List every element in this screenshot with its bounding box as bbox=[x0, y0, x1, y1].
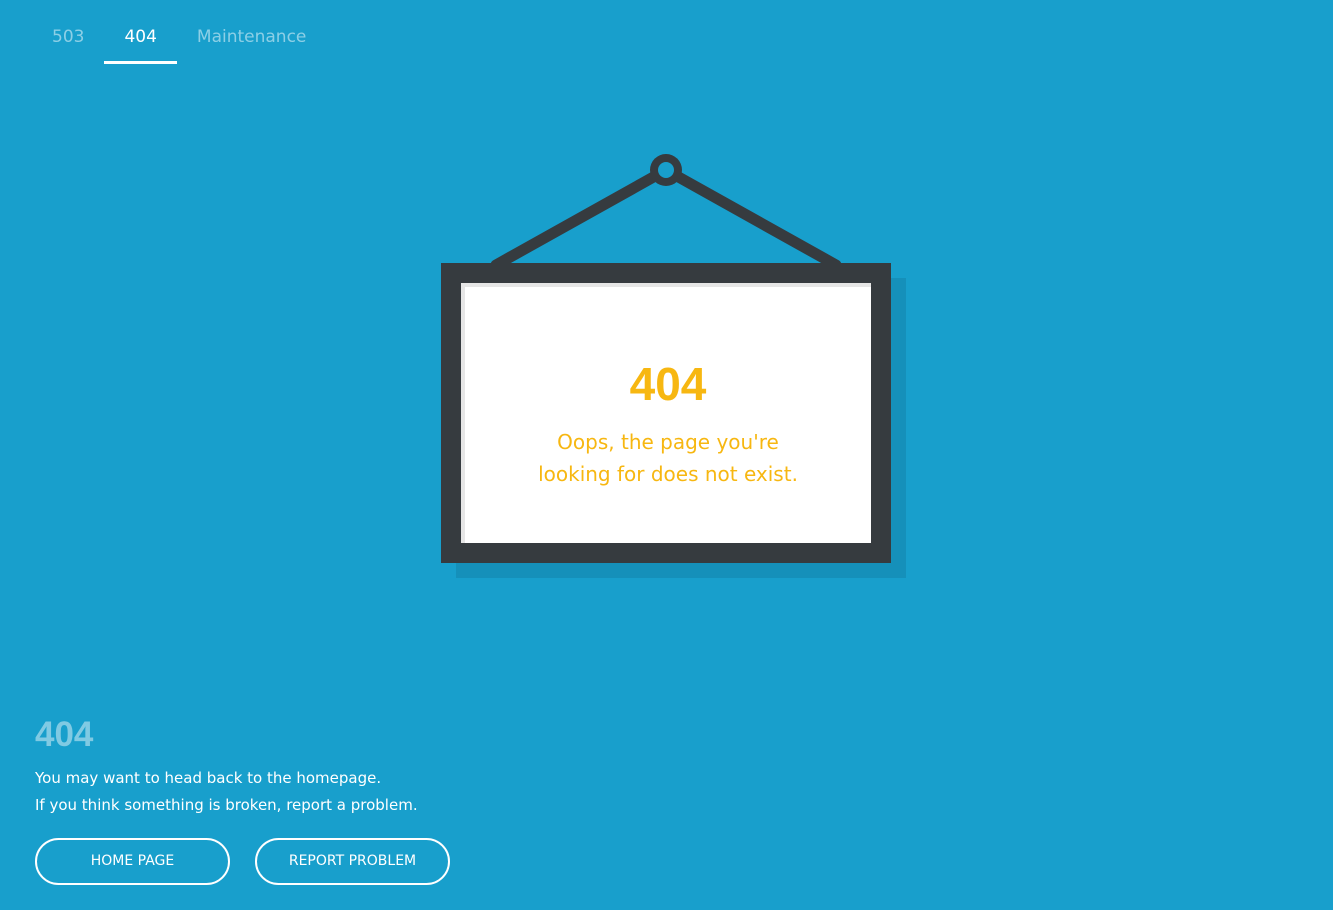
sign-string-left bbox=[490, 164, 672, 271]
sign-message-line2: looking for does not exist. bbox=[538, 462, 798, 486]
report-problem-button[interactable]: REPORT PROBLEM bbox=[255, 838, 450, 885]
home-page-button[interactable]: HOME PAGE bbox=[35, 838, 230, 885]
error-page: 503 404 Maintenance 404 Oops, the page y… bbox=[0, 0, 1333, 910]
info-title: 404 bbox=[35, 715, 94, 754]
sign-message-line1: Oops, the page you're bbox=[557, 430, 779, 454]
sign-content: 404 Oops, the page you're looking for do… bbox=[465, 287, 871, 543]
info-text: You may want to head back to the homepag… bbox=[35, 765, 418, 819]
action-buttons: HOME PAGE REPORT PROBLEM bbox=[35, 838, 450, 885]
sign-error-code: 404 bbox=[629, 358, 707, 410]
sign-string-right bbox=[660, 164, 842, 271]
sign-error-message: Oops, the page you're looking for does n… bbox=[515, 426, 821, 490]
info-section: 404 You may want to head back to the hom… bbox=[35, 715, 418, 819]
info-line-report: If you think something is broken, report… bbox=[35, 796, 418, 814]
info-line-homepage: You may want to head back to the homepag… bbox=[35, 769, 382, 787]
